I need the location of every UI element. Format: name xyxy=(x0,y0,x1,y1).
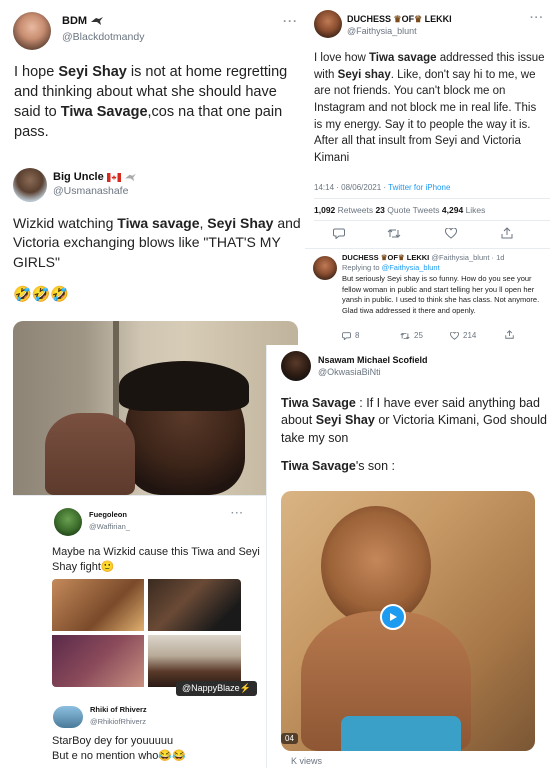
avatar[interactable] xyxy=(54,508,82,536)
display-name[interactable]: DUCHESS ♛OF♛ LEKKI xyxy=(347,14,452,25)
handle[interactable]: @RhikiofRhiverz xyxy=(90,717,146,726)
handle[interactable]: @Faithysia_blunt xyxy=(347,26,417,36)
tweet-card-rhiki[interactable]: Rhiki of Rhiverz @RhikiofRhiverz StarBoy… xyxy=(13,705,266,768)
share-icon xyxy=(505,330,514,339)
watermark-label: @NappyBlaze⚡ xyxy=(176,681,257,696)
heart-icon xyxy=(450,331,459,340)
heart-icon xyxy=(445,228,457,239)
view-count: K views xyxy=(291,756,323,766)
baby-clothing xyxy=(341,716,461,751)
tweet-text-line2: But e no mention who😂😂 xyxy=(52,750,186,762)
tweet-text: I hope Seyi Shay is not at home regretti… xyxy=(14,64,288,140)
avatar[interactable] xyxy=(53,706,83,728)
tweet-card-fuegoleon[interactable]: Fuegoleon @Waffirian_ ··· Maybe na Wizki… xyxy=(13,495,266,705)
share-button[interactable] xyxy=(505,330,514,339)
photo-couple-2[interactable] xyxy=(52,635,144,687)
tweet-text: I love how Tiwa savage addressed this is… xyxy=(314,52,545,165)
display-name[interactable]: Fuegoleon xyxy=(89,510,127,519)
avatar[interactable] xyxy=(13,168,47,202)
tweet-text: Maybe na Wizkid cause this Tiwa and Seyi… xyxy=(52,546,260,574)
play-button[interactable] xyxy=(380,604,406,630)
avatar[interactable] xyxy=(313,256,337,280)
reply-card-duchess[interactable]: DUCHESS ♛OF♛ LEKKI @Faithysia_blunt · 1d… xyxy=(305,248,550,344)
crown-icon: ♛ xyxy=(414,14,423,24)
crown-icon: ♛ xyxy=(380,253,388,262)
retweet-icon xyxy=(387,229,401,238)
tweet-text: Tiwa Savage : If I have ever said anythi… xyxy=(281,396,547,445)
divider xyxy=(314,220,550,221)
divider xyxy=(314,198,550,199)
retweet-button[interactable]: 25 xyxy=(400,331,423,340)
video-timestamp: 04 xyxy=(281,733,298,744)
display-name[interactable]: BDM xyxy=(62,15,104,27)
timestamp: 14:14 · 08/06/2021 · Twitter for iPhone xyxy=(314,183,451,192)
replying-to: Replying to @Faithysia_blunt xyxy=(342,263,440,272)
tweet-card-nsawam[interactable]: Nsawam Michael Scofield @OkwasiaBiNti Ti… xyxy=(266,345,550,768)
reply-button[interactable]: 8 xyxy=(342,331,359,340)
bird-icon xyxy=(124,173,136,181)
tweet-text: Wizkid watching Tiwa savage, Seyi Shay a… xyxy=(13,215,301,270)
like-button[interactable]: 214 xyxy=(450,331,476,340)
avatar[interactable] xyxy=(281,351,311,381)
canada-flag-icon xyxy=(106,172,121,182)
bird-icon xyxy=(91,17,104,26)
man-hair xyxy=(119,361,249,411)
display-name[interactable]: Nsawam Michael Scofield xyxy=(318,355,428,365)
tweet-text-line2: Tiwa Savage's son : xyxy=(281,459,396,473)
handle[interactable]: @Usmanashafe xyxy=(53,185,128,197)
reply-button[interactable] xyxy=(333,228,345,239)
crown-icon: ♛ xyxy=(397,253,405,262)
display-name[interactable]: DUCHESS ♛OF♛ LEKKI @Faithysia_blunt · 1d xyxy=(342,253,504,262)
more-options-icon[interactable]: ··· xyxy=(231,508,244,519)
tweet-card-duchess[interactable]: DUCHESS ♛OF♛ LEKKI @Faithysia_blunt ··· … xyxy=(305,0,550,247)
play-icon xyxy=(390,613,397,621)
handle[interactable]: @OkwasiaBiNti xyxy=(318,367,381,377)
tweet-text-line1: StarBoy dey for youuuuu xyxy=(52,735,174,747)
share-icon xyxy=(501,227,513,239)
tweet-card-big-uncle[interactable]: Big Uncle @Usmanashafe Wizkid watching T… xyxy=(0,160,305,495)
photo-performers[interactable] xyxy=(148,579,241,631)
tweet-card-bdm[interactable]: BDM @Blackdotmandy ··· I hope Seyi Shay … xyxy=(0,0,305,158)
avatar[interactable] xyxy=(13,12,51,50)
photo-couple-1[interactable] xyxy=(52,579,144,631)
like-button[interactable] xyxy=(445,228,457,239)
display-name[interactable]: Big Uncle xyxy=(53,171,137,183)
reply-icon xyxy=(342,331,351,340)
reply-text: But seriously Seyi shay is so funny. How… xyxy=(342,274,540,315)
reply-icon xyxy=(333,228,345,239)
video-player-baby[interactable]: 04 xyxy=(281,491,535,751)
crown-icon: ♛ xyxy=(393,14,402,24)
baby-head xyxy=(321,506,431,626)
man-hand xyxy=(45,413,135,495)
share-button[interactable] xyxy=(501,227,513,239)
more-options-icon[interactable]: ··· xyxy=(283,14,298,28)
engagement-stats[interactable]: 1,092 Retweets 23 Quote Tweets 4,294 Lik… xyxy=(314,205,485,215)
tweet-image-man-peeking[interactable] xyxy=(13,321,298,495)
handle[interactable]: @Waffirian_ xyxy=(89,522,130,531)
photo-man[interactable] xyxy=(148,635,241,687)
display-name[interactable]: Rhiki of Rhiverz xyxy=(90,705,147,714)
handle[interactable]: @Blackdotmandy xyxy=(62,31,144,43)
retweet-button[interactable] xyxy=(387,228,401,239)
more-options-icon[interactable]: ··· xyxy=(530,12,544,24)
avatar[interactable] xyxy=(314,10,342,38)
emoji-row: 🤣🤣🤣 xyxy=(13,286,70,303)
retweet-icon xyxy=(400,332,410,339)
